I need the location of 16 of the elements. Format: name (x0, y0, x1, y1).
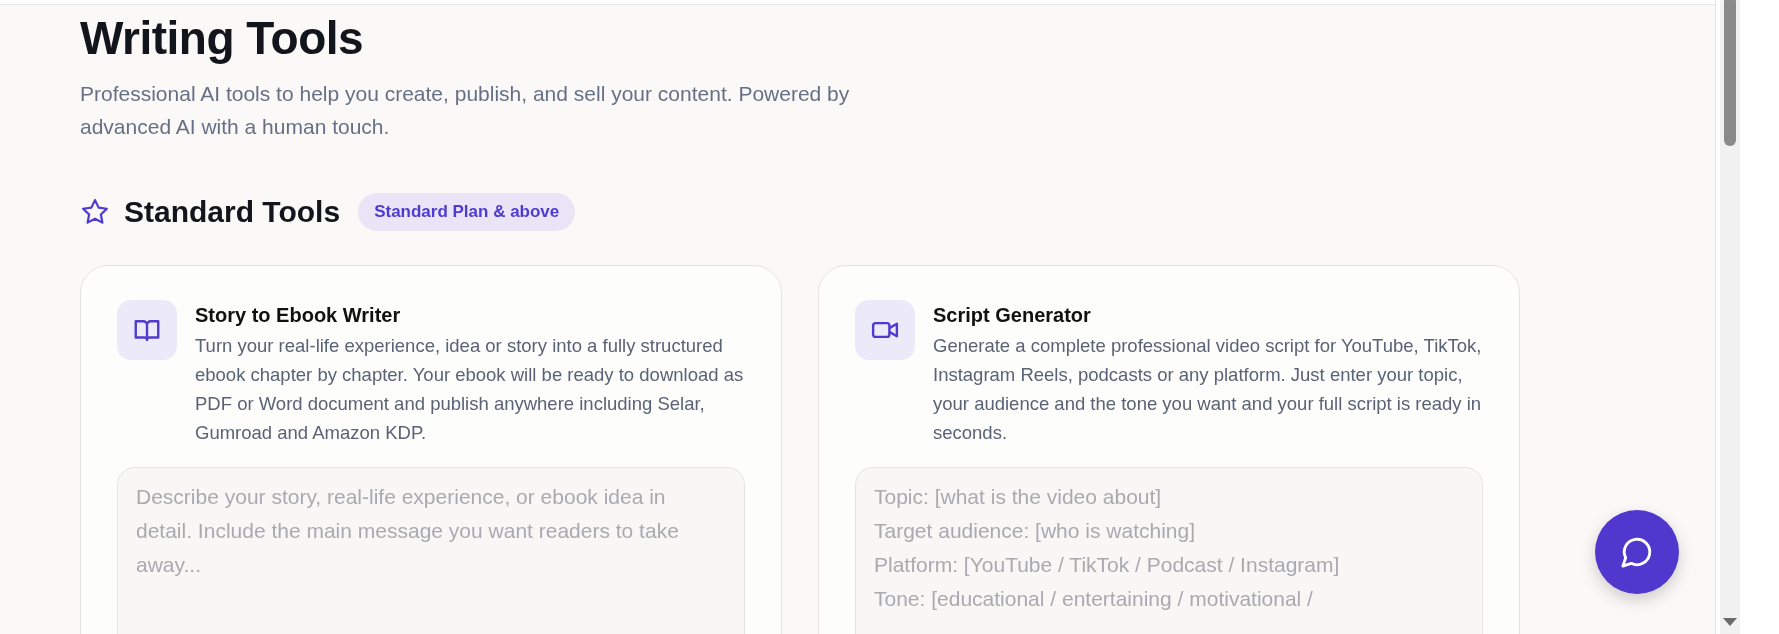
page-title: Writing Tools (80, 11, 365, 65)
plan-badge: Standard Plan & above (358, 193, 576, 231)
prompt-input-field[interactable]: Topic: [what is the video about] Target audience: [who is watching] Platform: [YouTube / TikTok / Podcast / Instagram] Tone: [educational / entertaining / motivational / (855, 467, 1483, 634)
prompt-input-field[interactable]: Describe your story, real-life experience, or ebook idea in detail. Include the main message you want readers to take away... (117, 467, 745, 634)
page-subtitle: Professional AI tools to help you create, publish, and sell your content. Powered by advanced AI with a human touch. (80, 81, 851, 140)
star-icon (80, 197, 110, 227)
tool-title: Story to Ebook Writer (195, 304, 402, 327)
section-title: Standard Tools (124, 195, 341, 229)
scrollbar-thumb[interactable] (1724, 0, 1736, 146)
tool-description: Turn your real-life experience, idea or story into a fully structured ebook chapter by chapter. Your ebook will be ready to download as PDF or Word document and publish anywhere including Selar, Gumroad and Amazon KDP. (195, 334, 745, 445)
chat-bubble-icon (1620, 535, 1654, 569)
tool-title: Script Generator (933, 304, 1092, 327)
scroll-down-icon[interactable] (1723, 618, 1737, 626)
scrollbar[interactable] (1720, 0, 1740, 634)
tool-description: Generate a complete professional video script for YouTube, TikTok, Instagram Reels, podcasts or any platform. Just enter your topic, your audience and the tone you want and your full script is ready in seconds. (933, 334, 1483, 445)
chat-button[interactable] (1595, 510, 1679, 594)
